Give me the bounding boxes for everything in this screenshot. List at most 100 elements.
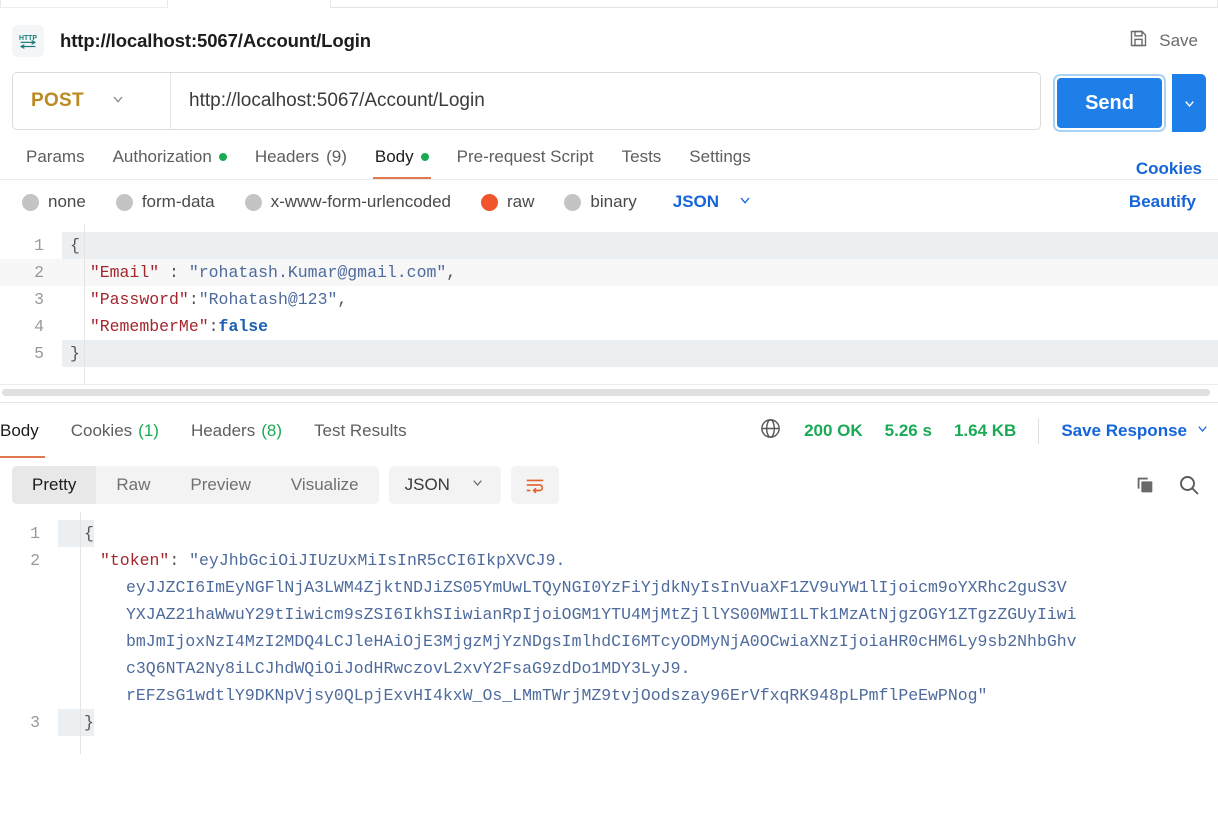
tab-count: (9) <box>326 146 347 166</box>
chevron-down-icon[interactable] <box>1195 421 1210 441</box>
response-format-selector[interactable]: JSON <box>388 466 501 504</box>
url-input[interactable] <box>171 73 1041 129</box>
body-type-label: none <box>48 192 86 211</box>
json-comma: , <box>337 290 348 309</box>
request-body-editor[interactable]: 1 { 2 "Email" : "rohatash.Kumar@gmail.co… <box>0 224 1218 384</box>
code-line: 2 "Email" : "rohatash.Kumar@gmail.com", <box>0 259 1218 286</box>
copy-icon[interactable] <box>1128 468 1162 502</box>
json-value-line: rEFZsG1wdtlY9DKNpVjsy0QLpjExvHI4kxW_Os_L… <box>126 686 988 705</box>
code-text: "token": "eyJhbGciOiJIUzUxMiIsInR5cCI6Ik… <box>58 547 1218 709</box>
radio-icon <box>22 193 39 211</box>
status-code: 200 OK <box>804 420 863 440</box>
save-button[interactable]: Save <box>1124 22 1202 60</box>
code-line: 2 "token": "eyJhbGciOiJIUzUxMiIsInR5cCI6… <box>0 547 1218 709</box>
save-button-label: Save <box>1159 31 1198 50</box>
tab-body[interactable]: Body <box>361 134 443 179</box>
view-mode-visualize[interactable]: Visualize <box>271 466 379 504</box>
code-text: "Email" : "rohatash.Kumar@gmail.com", <box>62 259 1218 286</box>
raw-format-selector[interactable]: JSON <box>673 192 753 213</box>
code-text: "Password":"Rohatash@123", <box>62 286 1218 313</box>
line-number: 1 <box>30 524 40 543</box>
send-group: Send <box>1053 72 1206 134</box>
save-response-button[interactable]: Save Response <box>1061 421 1187 441</box>
beautify-button[interactable]: Beautify <box>1129 192 1196 212</box>
line-number: 2 <box>34 263 44 282</box>
response-tab-headers[interactable]: Headers (8) <box>175 403 298 458</box>
tab-edge-active[interactable] <box>330 0 1218 8</box>
search-icon[interactable] <box>1172 468 1206 502</box>
view-mode-pretty[interactable]: Pretty <box>12 466 97 504</box>
divider <box>1038 417 1040 444</box>
json-value-line: c3Q6NTA2Ny8iLCJhdWQiOiJodHRwczovL2xvY2Fs… <box>126 659 691 678</box>
view-mode-raw[interactable]: Raw <box>96 466 170 504</box>
json-value-line: bmJmIjoxNzI4MzI2MDQ4LCJleHAiOjE3MjgzMjYz… <box>126 632 1077 651</box>
response-body-editor[interactable]: 1 { 2 "token": "eyJhbGciOiJIUzUxMiIsInR5… <box>0 512 1218 754</box>
json-value: "rohatash.Kumar@gmail.com" <box>188 263 447 282</box>
radio-icon <box>115 193 133 211</box>
body-type-none[interactable]: none <box>22 192 86 212</box>
radio-icon <box>244 193 262 211</box>
tab-label: Tests <box>621 146 662 166</box>
response-header: Body Cookies (1) Headers (8) Test Results … <box>0 402 1218 458</box>
request-title-bar: HTTP http://localhost:5067/Account/Login… <box>0 10 1218 72</box>
code-line: 3 } <box>0 709 1218 736</box>
code-text: } <box>62 340 1218 367</box>
body-type-label: binary <box>590 192 637 211</box>
code-line: 1 { <box>0 232 1218 259</box>
line-number: 5 <box>34 344 44 363</box>
view-mode-preview[interactable]: Preview <box>170 466 270 504</box>
tab-params[interactable]: Params <box>12 134 99 179</box>
tab-label: Headers <box>254 146 320 166</box>
tab-tests[interactable]: Tests <box>608 134 676 179</box>
json-separator: : <box>169 551 190 570</box>
chevron-down-icon <box>737 192 753 213</box>
body-type-row: none form-data x-www-form-urlencoded raw… <box>0 180 1218 224</box>
code-line: 1 { <box>0 520 1218 547</box>
body-type-label: x-www-form-urlencoded <box>270 192 452 211</box>
cookies-link[interactable]: Cookies <box>1132 159 1206 179</box>
json-value: "Rohatash@123" <box>198 290 338 309</box>
json-value-line: eyJJZCI6ImEyNGFlNjA3LWM4ZjktNDJiZS05YmUw… <box>126 578 1067 597</box>
code-text: { <box>58 520 94 547</box>
tab-label: Params <box>26 146 85 166</box>
line-number: 1 <box>34 236 44 255</box>
response-tab-test-results[interactable]: Test Results <box>298 403 423 458</box>
tab-strip <box>0 0 1218 10</box>
modified-dot-icon <box>420 152 429 161</box>
word-wrap-icon[interactable] <box>510 466 559 504</box>
body-type-binary[interactable]: binary <box>564 192 637 212</box>
url-box: POST <box>12 72 1042 130</box>
body-type-form-data[interactable]: form-data <box>115 192 215 212</box>
http-icon: HTTP <box>12 25 44 57</box>
editor-gutter-divider <box>84 224 85 384</box>
body-type-urlencoded[interactable]: x-www-form-urlencoded <box>244 192 452 212</box>
tab-edge-left[interactable] <box>0 0 168 8</box>
tab-headers[interactable]: Headers (9) <box>241 134 361 179</box>
body-type-label: raw <box>507 192 535 211</box>
tab-count: (8) <box>261 420 282 440</box>
scrollbar-thumb[interactable] <box>2 389 1210 396</box>
modified-dot-icon <box>218 152 227 161</box>
response-tab-body[interactable]: Body <box>0 403 55 458</box>
tab-settings[interactable]: Settings <box>675 134 764 179</box>
tab-label: Test Results <box>314 420 407 440</box>
request-editor-scrollbar[interactable] <box>0 384 1218 402</box>
body-type-label: form-data <box>141 192 215 211</box>
json-key: "token" <box>100 551 170 570</box>
response-tab-cookies[interactable]: Cookies (1) <box>55 403 175 458</box>
line-number: 2 <box>30 551 40 570</box>
tab-authorization[interactable]: Authorization <box>99 134 241 179</box>
line-number: 4 <box>34 317 44 336</box>
json-boolean: false <box>218 317 269 336</box>
globe-icon[interactable] <box>759 417 782 445</box>
response-time: 5.26 s <box>884 420 932 440</box>
tab-count: (1) <box>138 420 159 440</box>
tab-label: Settings <box>689 146 751 166</box>
send-button[interactable]: Send <box>1057 78 1162 128</box>
body-type-raw[interactable]: raw <box>481 192 534 212</box>
tab-pre-request-script[interactable]: Pre-request Script <box>443 134 608 179</box>
response-view-modes: Pretty Raw Preview Visualize <box>12 466 379 504</box>
chevron-down-icon <box>470 475 485 495</box>
send-options-caret[interactable] <box>1172 74 1206 132</box>
method-selector[interactable]: POST <box>13 73 171 129</box>
